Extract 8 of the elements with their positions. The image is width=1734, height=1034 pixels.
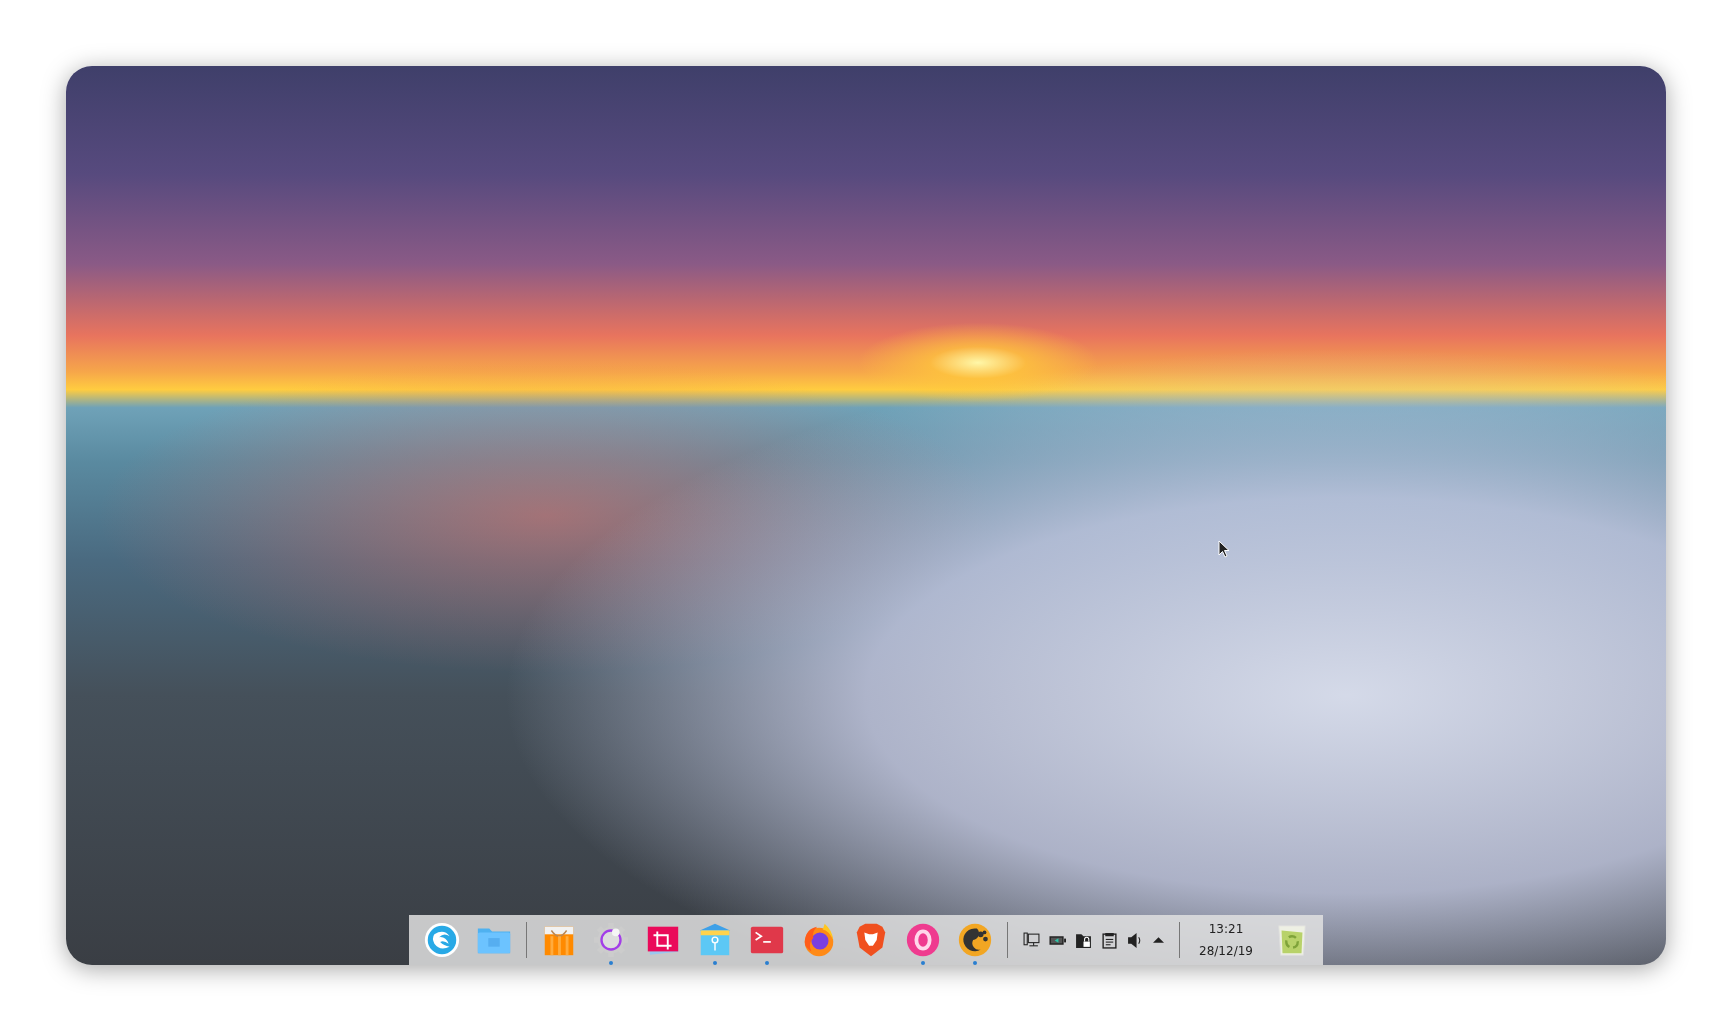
- clock-date: 28/12/19: [1199, 944, 1253, 958]
- swirl-logo-icon[interactable]: [423, 921, 462, 959]
- computer-icon[interactable]: [1023, 931, 1041, 949]
- clock-time: 13:21: [1208, 922, 1244, 936]
- mouse-cursor-icon: [1218, 540, 1230, 558]
- clipboard-icon[interactable]: [1101, 931, 1119, 949]
- folder-lock-icon[interactable]: [1075, 931, 1093, 949]
- caret-up-icon[interactable]: [1153, 936, 1165, 944]
